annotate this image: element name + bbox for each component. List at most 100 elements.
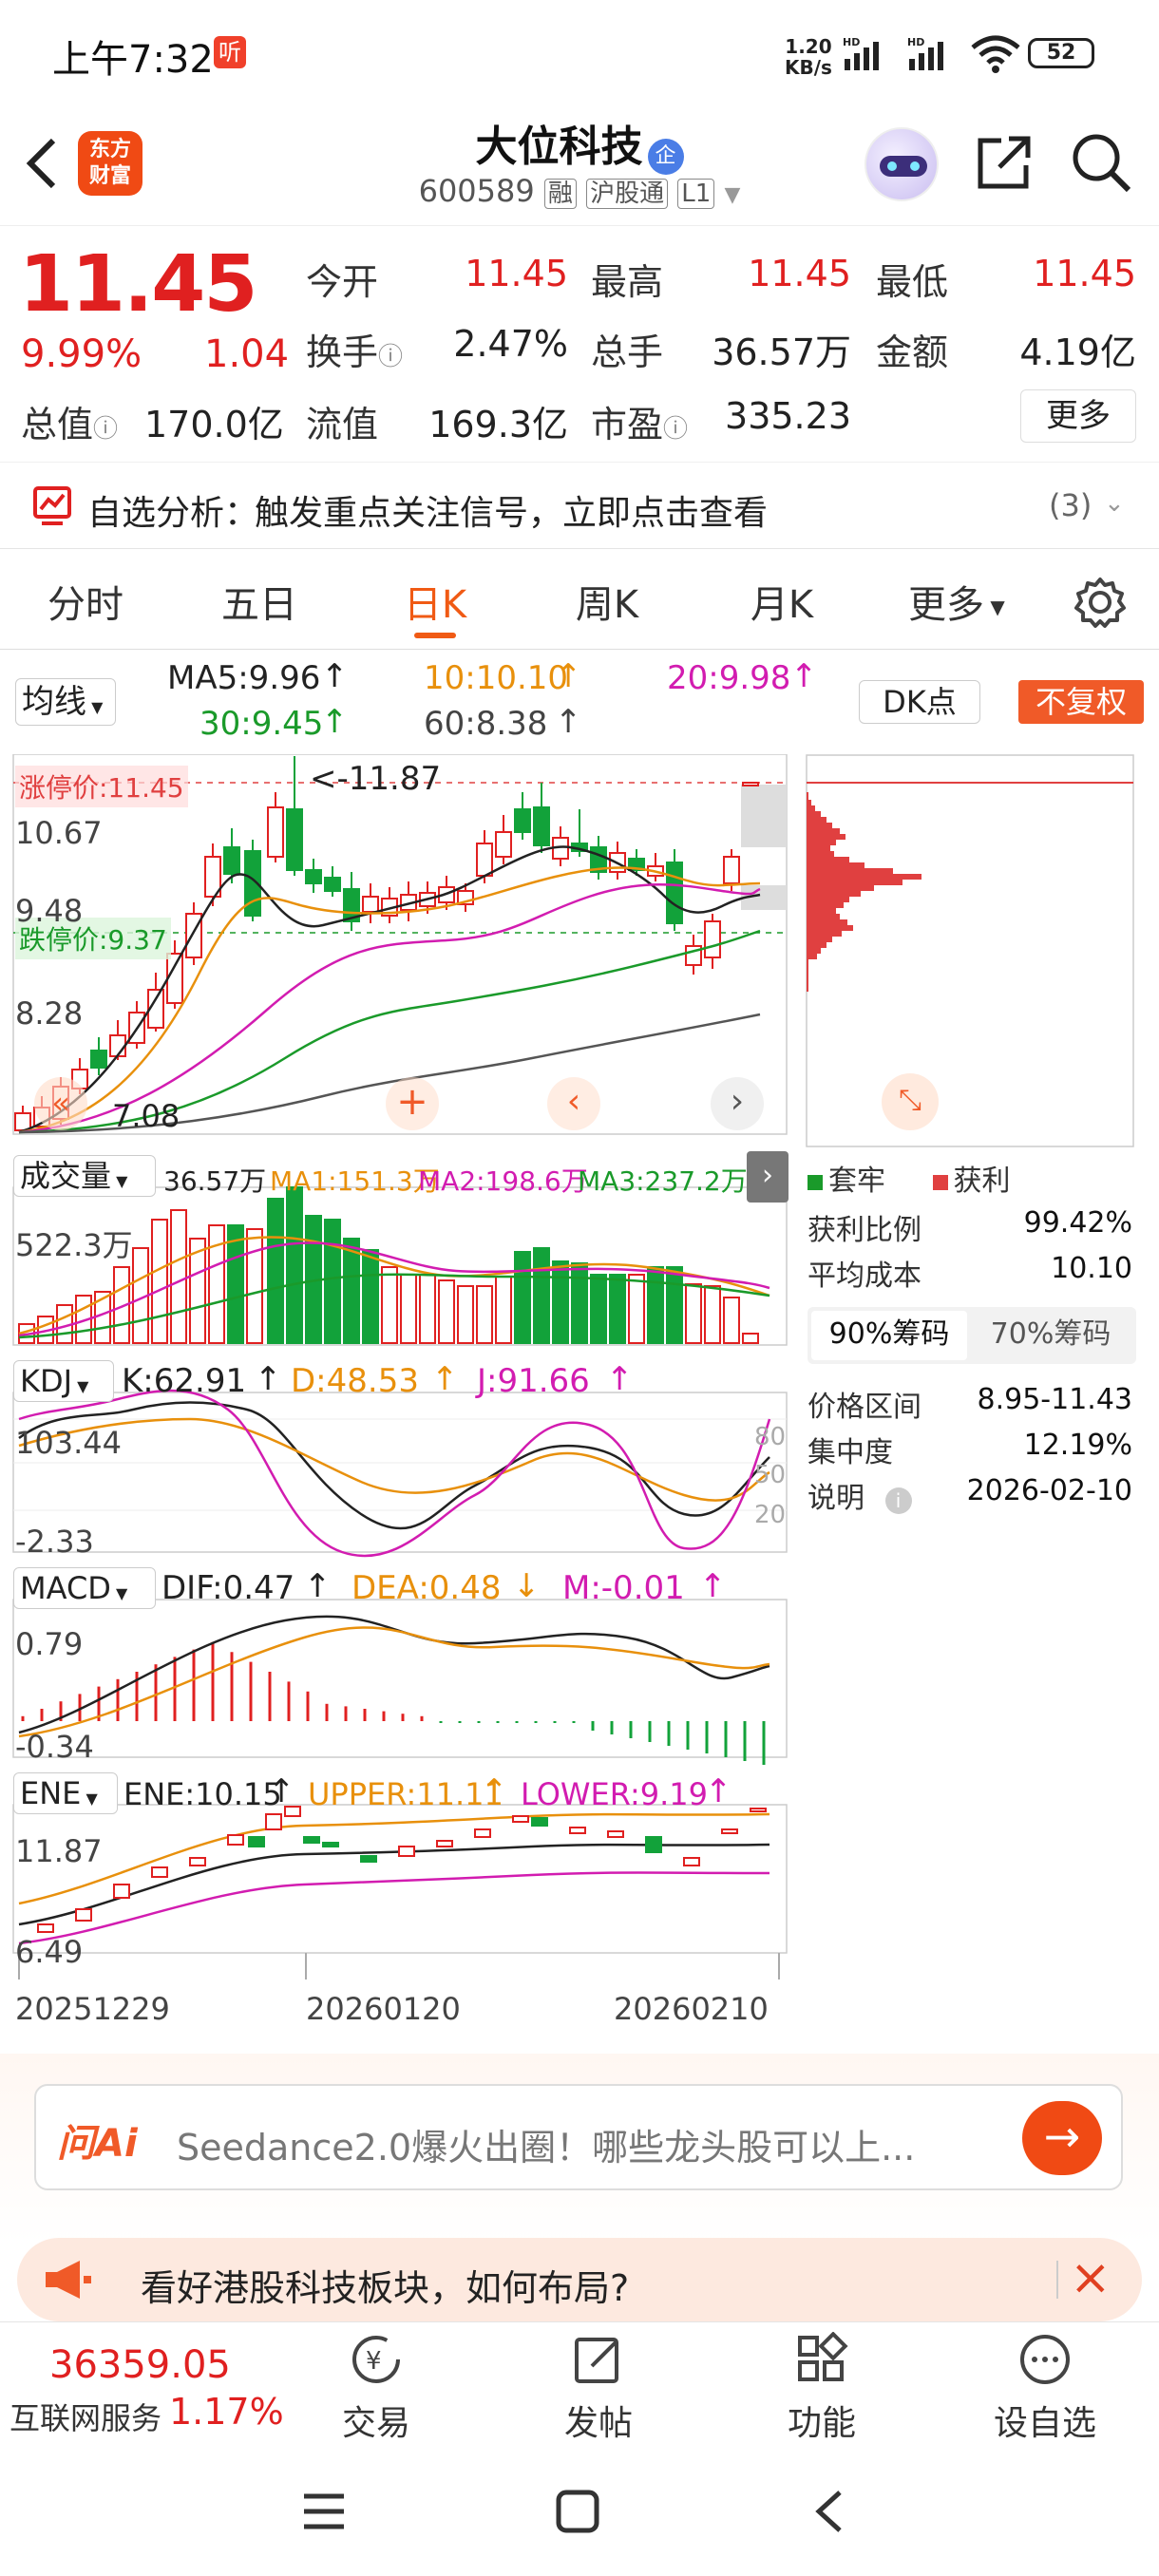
banner-divider (1056, 2261, 1058, 2299)
adjust-button[interactable]: 不复权 (1018, 680, 1144, 724)
limit-up-label: 涨停价:11.45 (15, 766, 188, 807)
kdj-level-50: 50 (754, 1461, 787, 1489)
tab-weekly-k[interactable]: 周K (536, 574, 678, 629)
back-icon[interactable] (21, 135, 63, 192)
pe-label: 市盈ⓘ (591, 404, 689, 445)
high-value: 11.45 (748, 253, 851, 294)
more-button[interactable]: 更多 (1020, 389, 1136, 443)
up-arrow-icon: ↑ (790, 657, 818, 695)
kdj-selector[interactable]: KDJ ▼ (13, 1360, 114, 1402)
close-icon[interactable]: × (1070, 2249, 1112, 2306)
info-icon[interactable]: i (884, 1487, 912, 1514)
dk-point-toggle[interactable]: DK点 (859, 680, 980, 724)
candle-body (109, 1034, 126, 1057)
promo-banner[interactable]: 看好港股科技板块，如何布局? × (17, 2238, 1142, 2321)
candle-body (666, 862, 683, 924)
tab-more[interactable]: 更多 ▼ (908, 574, 1005, 629)
ma60-value: 60:8.38 (424, 705, 548, 743)
ma-selector[interactable]: 均线 ▼ (15, 678, 116, 726)
macd-selector[interactable]: MACD ▼ (13, 1567, 156, 1609)
info-icon: ⓘ (93, 415, 119, 444)
wifi-icon (971, 35, 1020, 73)
ene-candle (151, 1866, 168, 1878)
tab-chip-90[interactable]: 90%筹码 (811, 1311, 967, 1360)
ene-candle (322, 1842, 339, 1847)
kdj-k: K:62.91 (122, 1362, 247, 1400)
next-icon[interactable]: › (711, 1077, 764, 1130)
expand-panel-icon[interactable]: › (747, 1151, 788, 1203)
zoom-in-icon[interactable]: + (386, 1077, 439, 1130)
candle-body (223, 846, 240, 875)
stock-title: 大位科技 企 (408, 112, 750, 175)
tab-monthly-k[interactable]: 月K (711, 574, 853, 629)
menu-icon[interactable] (300, 2491, 348, 2532)
trend-chart-icon (33, 486, 71, 525)
svg-text:HD: HD (843, 36, 860, 48)
nav-post[interactable]: 发帖 (542, 2332, 656, 2445)
volume-value: 36.57万 (163, 1165, 267, 1197)
share-icon[interactable] (973, 131, 1036, 194)
chip-concentration-row: 集中度 12.19% (808, 1429, 1132, 1469)
chart-nav-controls: « + ‹ › (34, 1073, 766, 1132)
gear-icon[interactable] (1074, 576, 1127, 629)
arrow-right-icon[interactable]: → (1022, 2101, 1102, 2175)
chip-distribution-chart[interactable] (806, 754, 1134, 1147)
ai-assistant-avatar[interactable] (864, 127, 939, 201)
vol-ma1: MA1:151.3万 (270, 1165, 440, 1197)
back-nav-icon[interactable] (811, 2489, 849, 2534)
nav-add-watchlist[interactable]: 设自选 (988, 2332, 1102, 2445)
volume-selector[interactable]: 成交量 ▼ (13, 1155, 156, 1197)
stock-code-row[interactable]: 600589 融 沪股通 L1 ▼ (408, 173, 750, 209)
trap-legend-swatch (808, 1175, 823, 1190)
low-label: 最低 (876, 261, 949, 303)
eastmoney-logo[interactable]: 东方 财富 (78, 131, 142, 196)
chip-legend: 套牢 获利 (808, 1157, 1140, 1199)
scroll-left-icon[interactable]: « (34, 1077, 87, 1130)
macd-panel (12, 1599, 788, 1758)
volume-value: 36.57万 (712, 331, 851, 373)
chip-profit-bar (808, 937, 832, 942)
info-icon: ⓘ (663, 415, 689, 444)
nav-functions[interactable]: 功能 (765, 2331, 879, 2445)
tab-five-day[interactable]: 五日 (188, 574, 331, 629)
chip-profit-bar (808, 880, 902, 885)
index-value[interactable]: 36359.05 (49, 2343, 231, 2387)
high-label: 最高 (591, 261, 664, 303)
chip-profit-bar (808, 948, 821, 954)
prev-icon[interactable]: ‹ (547, 1077, 600, 1130)
search-icon[interactable] (1070, 131, 1132, 194)
ene-selector[interactable]: ENE ▼ (13, 1772, 118, 1814)
change-pct: 9.99% (21, 332, 142, 376)
ene-y-top: 11.87 (15, 1833, 103, 1869)
chip-profit-bar (808, 805, 815, 811)
tab-daily-k[interactable]: 日K (364, 574, 506, 629)
analysis-label: 自选分析： (87, 494, 259, 533)
volume-bar (495, 1276, 512, 1344)
grid-icon (798, 2331, 848, 2381)
ene-candle (607, 1830, 624, 1838)
float-value: 169.3亿 (428, 404, 568, 445)
up-arrow-icon: ↑ (606, 1360, 634, 1398)
chevron-down-icon: ▼ (111, 1172, 128, 1190)
high-marker: <-11.87 (310, 760, 442, 798)
chevron-down-icon: ▼ (81, 1790, 98, 1808)
kdj-level-20: 20 (754, 1501, 787, 1529)
tab-intraday[interactable]: 分时 (14, 574, 157, 629)
ai-ask-bar[interactable]: 问Ai Seedance2.0爆火出圈！哪些龙头股可以上... → (34, 2084, 1123, 2190)
candle-body (533, 806, 550, 846)
enterprise-badge-icon: 企 (647, 138, 684, 175)
nav-trade[interactable]: ¥ 交易 (319, 2332, 433, 2445)
vol-ma2: MA2:198.6万 (418, 1165, 588, 1197)
chip-expand-icon[interactable]: ⤡ (882, 1073, 939, 1130)
home-icon[interactable] (555, 2489, 600, 2534)
change-amount: 1.04 (204, 332, 290, 376)
ma30-value: 30:9.45 (200, 705, 324, 743)
edit-icon (575, 2338, 618, 2383)
chip-profit-bar (808, 828, 840, 834)
ene-panel (12, 1804, 788, 1954)
up-arrow-icon: ↑ (321, 657, 349, 695)
analysis-banner[interactable]: 自选分析： 触发重点关注信号，立即点击查看 (3) ⌄ (0, 462, 1159, 549)
tab-chip-70[interactable]: 70%筹码 (973, 1311, 1129, 1360)
y-axis-label: 10.67 (15, 815, 103, 851)
x-date-label: 20251229 (15, 1991, 170, 2027)
